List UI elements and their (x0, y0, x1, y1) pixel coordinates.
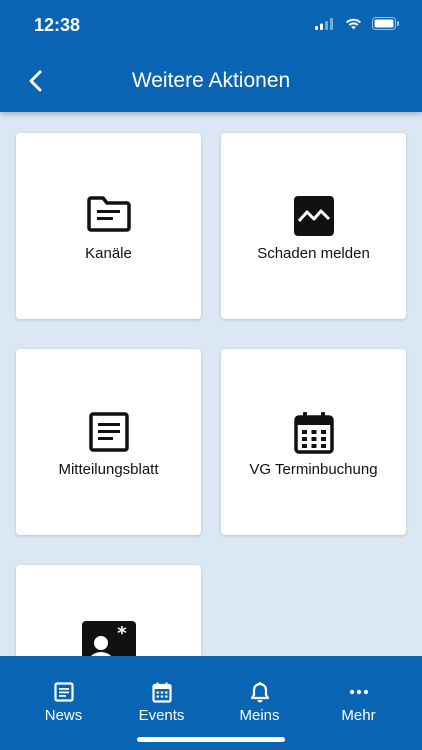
bell-icon (250, 682, 269, 703)
tile-mitteilungsblatt[interactable]: Mitteilungsblatt (16, 349, 201, 535)
contact-card-icon: * (81, 621, 136, 656)
tile-kanaele[interactable]: Kanäle (16, 133, 201, 319)
news-icon (53, 682, 74, 702)
status-icons (315, 17, 400, 30)
tab-label: Events (138, 707, 185, 724)
tab-label: Meins (239, 707, 280, 724)
calendar-icon (151, 682, 172, 703)
battery-icon (372, 17, 399, 30)
tab-mehr[interactable]: Mehr (306, 656, 411, 726)
tab-news[interactable]: News (11, 656, 116, 726)
tab-events[interactable]: Events (109, 656, 214, 726)
broken-image-icon (293, 196, 334, 236)
tile-label: Schaden melden (257, 245, 370, 262)
actions-grid: Kanäle Schaden melden Mitteilungsblatt V… (0, 112, 422, 656)
tab-label: Mehr (341, 707, 376, 724)
tab-label: News (44, 707, 83, 724)
tile-label: Kanäle (85, 245, 132, 262)
more-icon (349, 689, 368, 695)
tab-meins[interactable]: Meins (207, 656, 312, 726)
wifi-icon (346, 18, 361, 29)
folder-icon (86, 196, 131, 232)
signal-icon (315, 17, 333, 30)
home-indicator (137, 737, 285, 742)
tile-vg-terminbuchung[interactable]: VG Terminbuchung (221, 349, 406, 535)
document-icon (88, 412, 129, 452)
tile-schaden-melden[interactable]: Schaden melden (221, 133, 406, 319)
app-header: 12:38 Weitere Aktionen (0, 0, 422, 112)
page-title: Weitere Aktionen (131, 69, 291, 92)
tile-contact-card[interactable]: * (16, 565, 201, 656)
status-time: 12:38 (34, 15, 81, 35)
tab-bar: News Events Meins Mehr (0, 656, 422, 750)
calendar-icon (293, 412, 334, 454)
tile-label: VG Terminbuchung (249, 461, 378, 478)
tile-label: Mitteilungsblatt (58, 461, 159, 478)
svg-text:*: * (117, 623, 127, 644)
